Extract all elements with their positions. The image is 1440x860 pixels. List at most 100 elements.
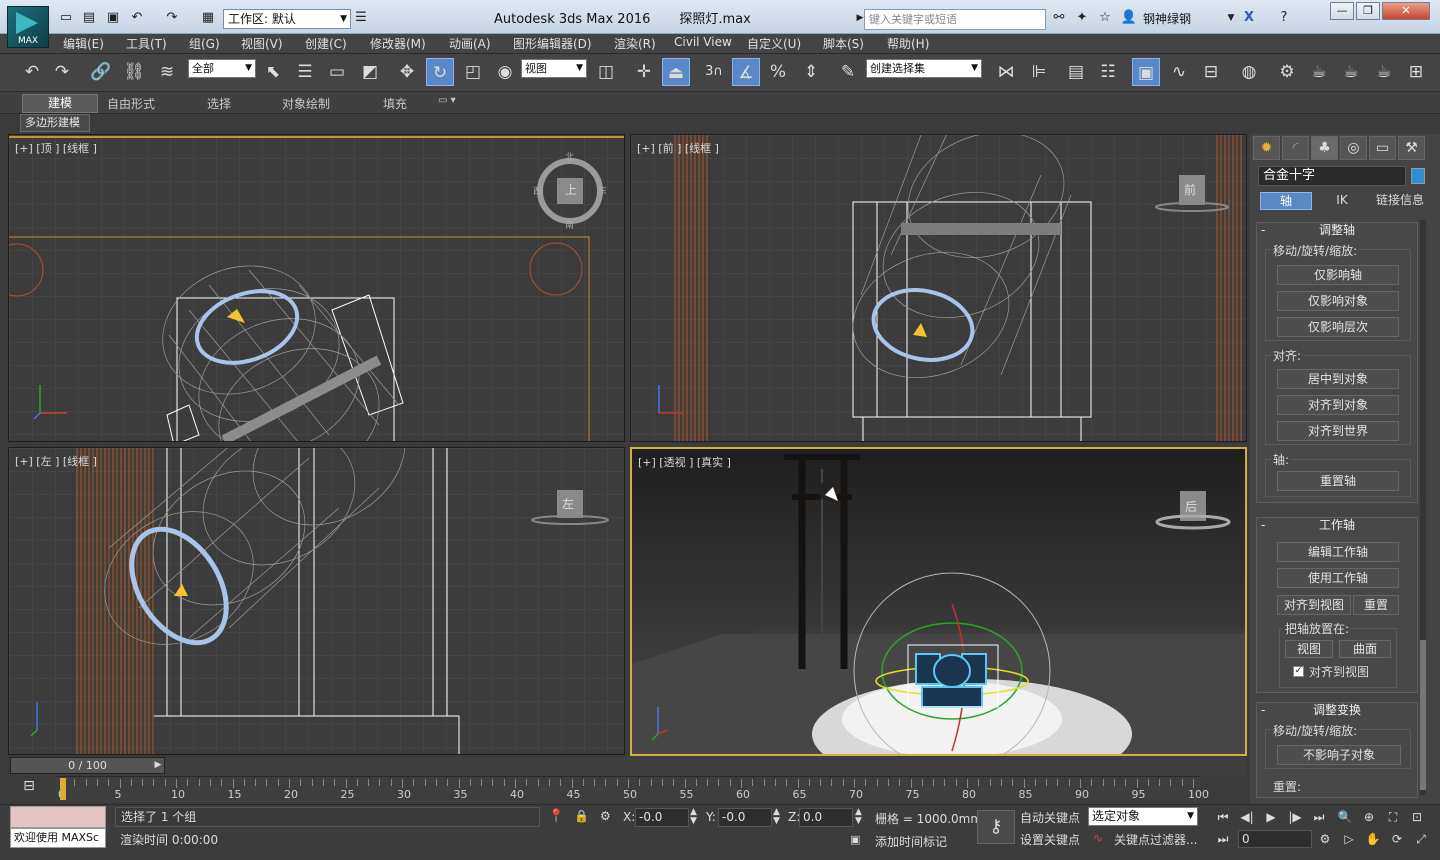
auto-key-button[interactable]: 自动关键点 (1020, 809, 1080, 826)
center-to-object-button[interactable]: 居中到对象 (1277, 369, 1399, 389)
motion-tab-icon[interactable]: ◎ (1340, 136, 1367, 160)
menu-help[interactable]: 帮助(H) (887, 35, 929, 52)
menu-views[interactable]: 视图(V) (241, 35, 283, 52)
menu-civil-view[interactable]: Civil View (674, 35, 732, 49)
select-by-name-icon[interactable]: ☰ (291, 58, 319, 86)
hierarchy-tab-icon[interactable]: ♣ (1311, 136, 1338, 160)
mirror-icon[interactable]: ⋈ (992, 58, 1020, 86)
pan-icon[interactable]: ✋ (1362, 830, 1384, 848)
slider-right-icon[interactable]: ▶ (151, 757, 165, 774)
save-file-icon[interactable]: ▣ (104, 9, 122, 27)
goto-start-icon[interactable]: ⏮ (1212, 808, 1234, 826)
align-to-object-button[interactable]: 对齐到对象 (1277, 395, 1399, 415)
ik-button[interactable]: IK (1316, 192, 1368, 210)
object-name-field[interactable]: 合金十字 (1258, 166, 1406, 186)
material-editor-icon[interactable]: ◍ (1235, 58, 1263, 86)
menu-rendering[interactable]: 渲染(R) (614, 35, 656, 52)
curve-editor-icon[interactable]: ∿ (1165, 58, 1193, 86)
create-tab-icon[interactable]: ✹ (1253, 136, 1280, 160)
render-setup-icon[interactable]: ⚙ (1273, 58, 1301, 86)
scrollbar-thumb[interactable] (1420, 640, 1426, 790)
viewport-label[interactable]: [+] [顶 ] [线框 ] (15, 140, 97, 156)
ribbon-tab-modeling[interactable]: 建模 (22, 94, 98, 113)
z-coordinate-field[interactable]: 0.0 (799, 808, 853, 827)
modify-tab-icon[interactable]: ◜ (1282, 136, 1309, 160)
viewport-label[interactable]: [+] [左 ] [线框 ] (15, 453, 97, 469)
affect-pivot-only-button[interactable]: 仅影响轴 (1277, 265, 1399, 285)
rollout-header[interactable]: - 调整轴 (1257, 223, 1417, 239)
key-filter-icon[interactable]: ∿ (1093, 831, 1103, 845)
move-icon[interactable]: ✥ (393, 58, 421, 86)
toggle-ribbon-icon[interactable]: ▣ (1132, 58, 1160, 86)
menu-scripting[interactable]: 脚本(S) (823, 35, 864, 52)
undo-icon[interactable]: ↶ (18, 58, 46, 86)
play-icon[interactable]: ▶ (1260, 808, 1282, 826)
key-mode-dropdown[interactable]: 选定对象 ▼ (1088, 807, 1198, 826)
open-file-icon[interactable]: ▤ (80, 9, 98, 27)
reset-pivot-button[interactable]: 重置轴 (1277, 471, 1399, 491)
snaps-toggle-icon[interactable]: 3∩ (700, 58, 728, 86)
viewport-left[interactable]: [+] [左 ] [线框 ] 左 (8, 447, 625, 755)
affect-object-only-button[interactable]: 仅影响对象 (1277, 291, 1399, 311)
time-config-icon[interactable]: ⚙ (1314, 830, 1336, 848)
viewport-label[interactable]: [+] [前 ] [线框 ] (637, 140, 719, 156)
ribbon-tab-populate[interactable]: 填充 (383, 95, 407, 112)
workspace-dropdown[interactable]: 工作区: 默认 ▼ (223, 9, 351, 29)
redo-icon[interactable]: ↷ (163, 9, 181, 27)
y-coordinate-field[interactable]: -0.0 (718, 808, 772, 827)
subscription-icon[interactable]: ✦ (1073, 9, 1091, 27)
time-tag-icon[interactable]: ▣ (850, 833, 860, 846)
viewport-label[interactable]: [+] [透视 ] [真实 ] (638, 454, 731, 470)
scale-icon[interactable]: ◰ (459, 58, 487, 86)
project-folder-icon[interactable]: ▦ (199, 9, 217, 27)
favorites-star-icon[interactable]: ☆ (1096, 9, 1114, 27)
schematic-view-icon[interactable]: ⊟ (1197, 58, 1225, 86)
use-working-pivot-button[interactable]: 使用工作轴 (1277, 568, 1399, 588)
selection-filter-dropdown[interactable]: 全部 ▼ (188, 59, 256, 78)
x-coordinate-field[interactable]: -0.0 (635, 808, 689, 827)
bind-space-warp-icon[interactable]: ≋ (153, 58, 181, 86)
align-icon[interactable]: ⊫ (1025, 58, 1053, 86)
place-icon[interactable]: ◉ (491, 58, 519, 86)
layer-manager-icon[interactable]: ☷ (1094, 58, 1122, 86)
key-mode-toggle-icon[interactable]: ⏭ (1212, 830, 1234, 848)
rotate-icon[interactable]: ↻ (426, 58, 454, 86)
link-icon[interactable]: 🔗 (87, 58, 115, 86)
spinner-snap-icon[interactable]: ⇕ (797, 58, 825, 86)
window-crossing-icon[interactable]: ◩ (356, 58, 384, 86)
undo-icon[interactable]: ↶ (128, 9, 146, 27)
menu-tools[interactable]: 工具(T) (126, 35, 167, 52)
display-tab-icon[interactable]: ▭ (1369, 136, 1396, 160)
current-frame-marker[interactable] (60, 778, 66, 800)
goto-end-icon[interactable]: ⏭ (1308, 808, 1330, 826)
align-to-world-button[interactable]: 对齐到世界 (1277, 421, 1399, 441)
edit-named-selection-icon[interactable]: ✎ (834, 58, 862, 86)
set-key-button[interactable]: 设置关键点 (1020, 831, 1080, 848)
exchange-apps-icon[interactable]: X (1240, 9, 1258, 27)
selection-lock-icon[interactable]: 🔒 (574, 809, 589, 823)
user-icon[interactable]: 👤 (1120, 9, 1138, 27)
zoom-extents-icon[interactable]: ⛶ (1382, 808, 1404, 826)
mini-curve-editor-icon[interactable]: ⊟ (18, 778, 40, 798)
app-logo-button[interactable]: MAX (7, 6, 49, 48)
maximize-button[interactable]: ❐ (1356, 2, 1380, 20)
ribbon-tab-freeform[interactable]: 自由形式 (107, 95, 155, 112)
rectangle-selection-icon[interactable]: ▭ (323, 58, 351, 86)
align-to-view-checkbox[interactable]: ✓ (1293, 666, 1304, 677)
pivot-center-icon[interactable]: ◫ (592, 58, 620, 86)
zoom-extents-all-icon[interactable]: ⊡ (1406, 808, 1428, 826)
select-object-icon[interactable]: ⬉ (259, 58, 287, 86)
x-spinner-icon[interactable]: ▲ ▼ (690, 808, 697, 826)
viewcube-face-label[interactable]: 前 (1184, 181, 1196, 198)
orbit-icon[interactable]: ⟳ (1386, 830, 1408, 848)
object-color-swatch[interactable] (1411, 168, 1425, 184)
affect-hierarchy-only-button[interactable]: 仅影响层次 (1277, 317, 1399, 337)
viewcube-face-label[interactable]: 后 (1185, 498, 1197, 515)
menu-graph-editors[interactable]: 图形编辑器(D) (513, 35, 592, 52)
angle-snap-icon[interactable]: ∡ (732, 58, 760, 86)
absolute-mode-icon[interactable]: ⚙ (600, 809, 611, 823)
add-time-tag[interactable]: 添加时间标记 (875, 833, 947, 850)
link-info-button[interactable]: 链接信息 (1372, 192, 1428, 210)
current-frame-field[interactable]: 0 (1238, 830, 1312, 848)
z-spinner-icon[interactable]: ▲ ▼ (855, 808, 862, 826)
